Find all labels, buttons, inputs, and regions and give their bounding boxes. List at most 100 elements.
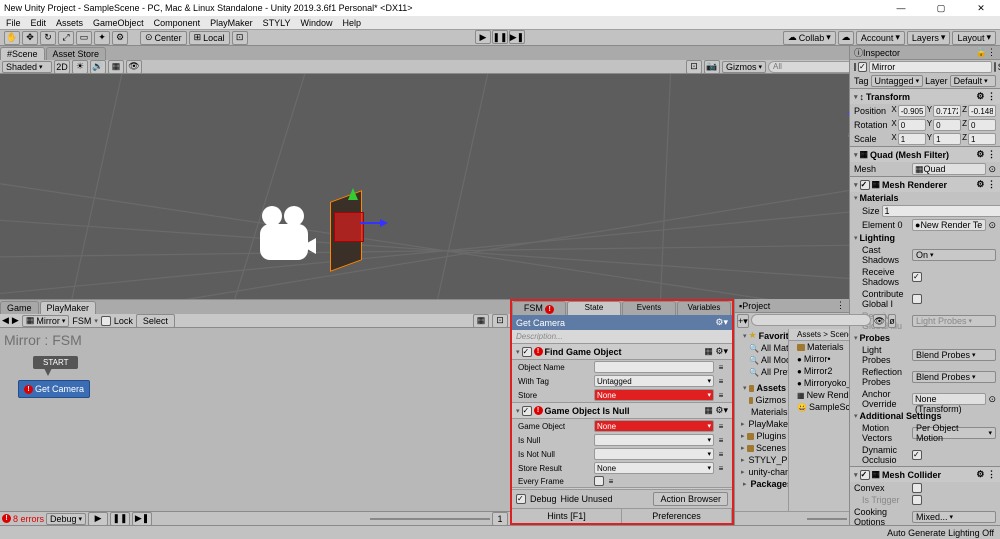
folder-item[interactable]: Materials (735, 406, 788, 418)
rot-x[interactable] (898, 119, 926, 131)
menu-styly[interactable]: STYLY (263, 18, 291, 28)
hide-unused-link[interactable]: Hide Unused (561, 494, 613, 504)
gizmo-toggle-icon[interactable]: 📷 (704, 60, 720, 74)
field-dropdown[interactable]: Untagged (594, 375, 714, 387)
material-0-field[interactable]: ●New Render Te (912, 219, 986, 231)
field-option-icon[interactable]: ≡ (606, 477, 616, 486)
gear-icon[interactable]: ⚙▾ (715, 317, 728, 328)
scene-view[interactable]: x y ≡ Persp (0, 74, 890, 299)
scl-y[interactable] (933, 133, 961, 145)
pm-lock-checkbox[interactable] (101, 316, 111, 326)
field-option-icon[interactable]: ≡ (716, 377, 726, 386)
preferences-button[interactable]: Preferences (622, 509, 732, 523)
tab-events[interactable]: Events (622, 301, 676, 315)
folder-item[interactable]: ▸unity-chan (735, 466, 788, 478)
pos-x[interactable] (898, 105, 926, 117)
2d-toggle[interactable]: 2D (54, 60, 70, 74)
project-search[interactable] (751, 314, 871, 326)
action-header[interactable]: ▾!Game Object Is Null▦ ⚙▾ (512, 402, 732, 419)
folder-item[interactable]: ▸PlayMaker (735, 418, 788, 430)
folder-item[interactable]: ▸Plugins (735, 430, 788, 442)
asset-item[interactable]: ●Mirroryoko_2 (789, 377, 849, 389)
favorites-section[interactable]: ▾★Favorites (735, 329, 788, 342)
packages-section[interactable]: ▸Packages (735, 478, 788, 490)
step-button[interactable]: ▶❚ (509, 30, 525, 44)
anchor-field[interactable]: None (Transform) (912, 393, 986, 405)
transform-tool[interactable]: ✦ (94, 31, 110, 45)
field-option-icon[interactable]: ≡ (716, 391, 726, 400)
audio-toggle-icon[interactable]: 🔊 (90, 60, 106, 74)
field-option-icon[interactable]: ≡ (716, 464, 726, 473)
folder-item[interactable]: ▸STYLY_Plu (735, 454, 788, 466)
folder-item[interactable]: ▸Scenes (735, 442, 788, 454)
pm-object-dropdown[interactable]: ▦ Mirror (22, 315, 70, 327)
pm-pause-button[interactable]: ❚❚ (110, 512, 130, 526)
mesh-filter-component[interactable]: ▾▦ Quad (Mesh Filter)⚙ ⋮ (850, 146, 1000, 162)
pivot-toggle[interactable]: ⊙Center (140, 31, 187, 45)
collab-dropdown[interactable]: ☁ Collab ▾ (783, 31, 836, 45)
layout-dropdown[interactable]: Layout ▾ (952, 31, 996, 45)
object-name-field[interactable] (869, 61, 992, 73)
snap-toggle[interactable]: ⊡ (232, 31, 248, 45)
layer-dropdown[interactable]: Default (950, 75, 996, 87)
error-count[interactable]: 8 errors (13, 514, 44, 524)
shading-mode-dropdown[interactable]: Shaded (2, 61, 52, 73)
tag-dropdown[interactable]: Untagged (871, 75, 924, 87)
close-button[interactable]: ✕ (966, 3, 996, 14)
asset-item[interactable]: 😀SampleScene (789, 401, 849, 413)
menu-assets[interactable]: Assets (56, 18, 83, 28)
tab-variables[interactable]: Variables (677, 301, 731, 315)
tab-asset-store[interactable]: Asset Store (46, 47, 107, 60)
action-enabled-checkbox[interactable] (522, 406, 532, 416)
active-checkbox[interactable] (858, 62, 867, 72)
maximize-button[interactable]: ▢ (926, 3, 956, 14)
receive-shadows-checkbox[interactable] (912, 272, 922, 282)
breadcrumb[interactable]: Assets > Scenes (789, 329, 849, 341)
tab-playmaker[interactable]: PlayMaker (40, 301, 97, 314)
pm-back-icon[interactable]: ◀ (2, 315, 9, 326)
light-toggle-icon[interactable]: ☀ (72, 60, 88, 74)
asset-item[interactable]: Materials (789, 341, 849, 353)
object-picker-icon[interactable]: ⊙ (988, 164, 996, 175)
thumbnail-size-slider[interactable] (807, 518, 847, 520)
variable-dropdown[interactable]: None (594, 420, 714, 432)
field-dropdown[interactable]: None (594, 462, 714, 474)
hints-button[interactable]: Hints [F1] (512, 509, 622, 523)
favorite-item[interactable]: 🔍All Materia (735, 342, 788, 354)
pos-z[interactable] (968, 105, 996, 117)
rot-z[interactable] (968, 119, 996, 131)
action-browser-button[interactable]: Action Browser (653, 492, 728, 506)
scale-tool[interactable]: ⤢ (58, 31, 74, 45)
gizmos-dropdown[interactable]: Gizmos (722, 61, 766, 73)
materials-size[interactable] (882, 205, 1000, 217)
hand-tool[interactable]: ✋ (4, 31, 20, 45)
lighting-status[interactable]: Auto Generate Lighting Off (887, 528, 994, 538)
tab-state[interactable]: State (567, 301, 621, 315)
filter-icon[interactable]: 👁 (873, 314, 886, 328)
hidden-icon[interactable]: ø (888, 314, 896, 328)
gear-icon[interactable]: ▦ ⚙▾ (704, 405, 728, 416)
pm-play-button[interactable]: ▶ (88, 512, 108, 526)
cast-shadows-dropdown[interactable]: On (912, 249, 996, 261)
mesh-collider-component[interactable]: ▾▦ Mesh Collider⚙ ⋮ (850, 466, 1000, 482)
contribute-gi-checkbox[interactable] (912, 294, 922, 304)
menu-component[interactable]: Component (154, 18, 201, 28)
reflection-probes-dropdown[interactable]: Blend Probes (912, 371, 996, 383)
menu-help[interactable]: Help (342, 18, 361, 28)
play-button[interactable]: ▶ (475, 30, 491, 44)
asset-item[interactable]: ●Mirror• (789, 353, 849, 365)
cooking-dropdown[interactable]: Mixed... (912, 511, 996, 523)
assets-section[interactable]: ▾Assets (735, 382, 788, 394)
pm-step-button[interactable]: ▶❚ (132, 512, 152, 526)
light-probes-dropdown[interactable]: Blend Probes (912, 349, 996, 361)
pos-y[interactable] (933, 105, 961, 117)
tab-fsm[interactable]: FSM ! (512, 301, 566, 315)
favorite-item[interactable]: 🔍All Prefabs (735, 366, 788, 378)
pause-button[interactable]: ❚❚ (492, 30, 508, 44)
project-create-button[interactable]: +▾ (737, 314, 749, 328)
state-name-field[interactable]: Get Camera⚙▾ (512, 315, 732, 330)
pm-fwd-icon[interactable]: ▶ (12, 315, 19, 326)
menu-file[interactable]: File (6, 18, 21, 28)
scl-z[interactable] (968, 133, 996, 145)
lock-icon[interactable]: 🔒 (976, 47, 987, 58)
